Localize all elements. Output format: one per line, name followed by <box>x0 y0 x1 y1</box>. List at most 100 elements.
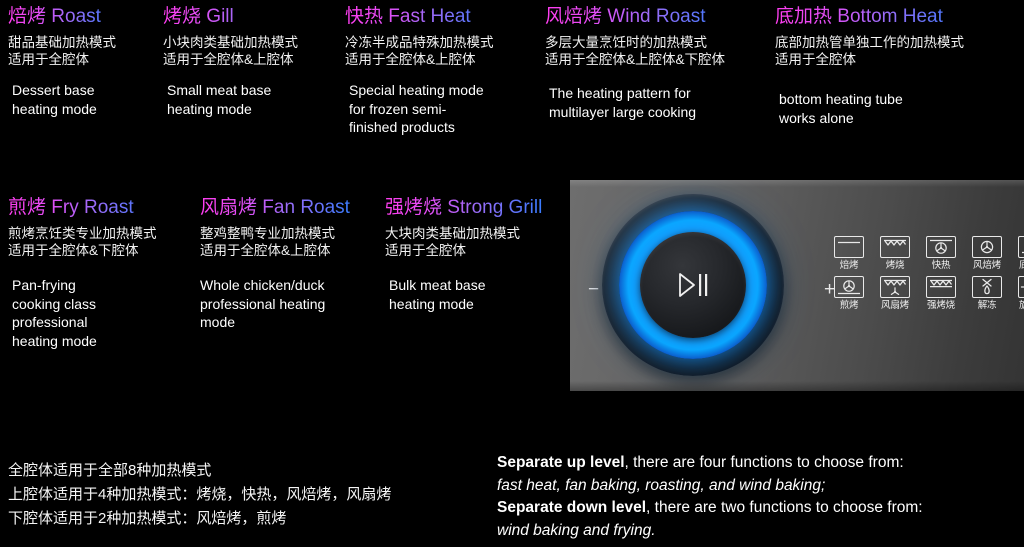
mode-title: 底加热 Bottom Heat <box>775 6 964 28</box>
panel-icon-cell[interactable]: 烤烧 <box>875 236 915 272</box>
mode-title-cn: 强烤烧 <box>385 197 443 218</box>
mode-card-gill: 烤烧 Gill 小块肉类基础加热模式 适用于全腔体&上腔体 Small meat… <box>163 6 298 118</box>
strong-top-grill-oven-icon <box>926 276 956 298</box>
fan-oven-icon <box>972 236 1002 258</box>
mode-desc-en-line2: heating mode <box>12 100 97 117</box>
down-level-function-list: wind baking and frying. <box>497 521 656 539</box>
mode-desc-cn-line1: 底部加热管单独工作的加热模式 <box>775 35 964 50</box>
mode-card-bottom-heat: 底加热 Bottom Heat 底部加热管单独工作的加热模式 适用于全腔体 bo… <box>775 6 964 127</box>
mode-desc-en: Whole chicken/duck professional heating … <box>200 276 350 332</box>
mode-desc-cn-line1: 冷冻半成品特殊加热模式 <box>345 35 494 50</box>
mode-desc-en-line1: bottom heating tube <box>779 91 903 107</box>
top-grill-fan-bottom-oven-icon <box>880 276 910 298</box>
separate-down-level-note: Separate down level, there are two funct… <box>497 497 923 520</box>
mode-card-fast-heat: 快热 Fast Heat 冷冻半成品特殊加热模式 适用于全腔体&上腔体 Spec… <box>345 6 494 137</box>
mode-card-strong-grill: 强烤烧 Strong Grill 大块肉类基础加热模式 适用于全腔体 Bulk … <box>385 197 542 313</box>
separate-down-level-label: Separate down level <box>497 499 647 516</box>
panel-icon-cell[interactable]: 解冻 <box>967 276 1007 312</box>
mode-desc-en-line1: Small meat base <box>167 82 272 98</box>
mode-icon-grid: 焙烤 烤烧 快热 风焙烤 底 煎烤 风扇烤 强烤烧 解冻 旋 <box>829 236 1024 312</box>
mode-desc-en-line2: heating mode <box>389 295 474 312</box>
panel-icon-label: 焙烤 <box>839 260 859 271</box>
mode-card-roast: 焙烤 Roast 甜品基础加热模式 适用于全腔体 Dessert base he… <box>8 6 116 118</box>
separate-down-level-functions: wind baking and frying. <box>497 520 923 543</box>
mode-desc-en-line1: Pan-frying <box>12 277 76 293</box>
rotisserie-icon <box>1018 276 1024 298</box>
mode-title-cn: 风焙烤 <box>545 6 603 27</box>
mode-desc-cn-line1: 煎烤烹饪类专业加热模式 <box>8 226 157 241</box>
mode-desc-en-line2: works alone <box>779 109 854 126</box>
mode-title: 风扇烤 Fan Roast <box>200 197 350 219</box>
panel-icon-label: 煎烤 <box>839 300 859 311</box>
panel-icon-cell[interactable]: 底加热 <box>1013 236 1024 272</box>
mode-desc-cn-line2: 适用于全腔体&下腔体 <box>8 243 139 258</box>
bottom-heat-oven-icon <box>1018 236 1024 258</box>
mode-desc-cn-line2: 适用于全腔体 <box>8 52 89 67</box>
mode-desc-en-line2: professional heating <box>200 295 326 312</box>
panel-icon-cell[interactable]: 煎烤 <box>829 276 869 312</box>
mode-desc-en-line1: Special heating mode <box>349 82 484 98</box>
mode-desc-cn-line2: 适用于全腔体 <box>775 52 856 67</box>
decrease-icon[interactable]: − <box>588 280 599 299</box>
mode-desc-cn-line2: 适用于全腔体 <box>385 243 466 258</box>
mode-title-en: Gill <box>206 6 234 27</box>
panel-icon-label: 风扇烤 <box>881 300 909 311</box>
mode-desc-en-line1: Dessert base <box>12 82 95 98</box>
mode-desc-cn-line1: 多层大量烹饪时的加热模式 <box>545 35 707 50</box>
mode-title-cn: 烤烧 <box>163 6 202 27</box>
fan-bottom-oven-icon <box>834 276 864 298</box>
panel-icon-cell[interactable]: 风扇烤 <box>875 276 915 312</box>
mode-desc-en-line1: Whole chicken/duck <box>200 277 325 293</box>
mode-title-en: Fast Heat <box>388 6 471 27</box>
mode-desc-en-line2: multilayer large cooking <box>549 103 697 120</box>
main-control-knob[interactable] <box>602 194 784 376</box>
knob-face[interactable] <box>640 232 746 338</box>
mode-desc-en-line1: The heating pattern for <box>549 85 691 101</box>
panel-icon-label: 烤烧 <box>885 260 905 271</box>
mode-card-fry-roast: 煎烤 Fry Roast 煎烤烹饪类专业加热模式 适用于全腔体&下腔体 Pan-… <box>8 197 157 350</box>
mode-desc-en-line3: professional <box>12 314 88 330</box>
mode-title-cn: 底加热 <box>775 6 833 27</box>
mode-title: 焙烤 Roast <box>8 6 116 28</box>
mode-desc-en: Pan-frying cooking class professional he… <box>8 276 157 350</box>
mode-desc-cn-line2: 适用于全腔体&上腔体 <box>163 52 294 67</box>
mode-desc-en-line2: for frozen semi- <box>349 100 447 117</box>
panel-icon-label: 旋转烤 <box>1019 300 1024 311</box>
mode-title: 风焙烤 Wind Roast <box>545 6 725 28</box>
mode-title-en: Fan Roast <box>262 197 350 218</box>
mode-title-en: Wind Roast <box>607 6 706 27</box>
mode-title-en: Bottom Heat <box>837 6 943 27</box>
cavity-notes-chinese: 全腔体适用于全部8种加热模式 上腔体适用于4种加热模式：烤烧，快热，风焙烤，风扇… <box>8 459 391 531</box>
panel-icon-label: 解冻 <box>977 300 997 311</box>
mode-desc-en: Bulk meat base heating mode <box>385 276 542 313</box>
mode-title-cn: 煎烤 <box>8 197 47 218</box>
panel-icon-cell[interactable]: 风焙烤 <box>967 236 1007 272</box>
panel-icon-cell[interactable]: 旋转烤 <box>1013 276 1024 312</box>
mode-desc-cn-line2: 适用于全腔体&上腔体 <box>345 52 476 67</box>
top-grill-fan-oven-icon <box>926 236 956 258</box>
mode-desc-cn-line2: 适用于全腔体&上腔体 <box>200 243 331 258</box>
mode-title: 强烤烧 Strong Grill <box>385 197 542 219</box>
mode-title-cn: 快热 <box>345 6 384 27</box>
mode-card-fan-roast: 风扇烤 Fan Roast 整鸡整鸭专业加热模式 适用于全腔体&上腔体 Whol… <box>200 197 350 332</box>
mode-title: 烤烧 Gill <box>163 6 298 28</box>
separate-up-level-label: Separate up level <box>497 454 625 471</box>
panel-icon-cell[interactable]: 强烤烧 <box>921 276 961 312</box>
panel-icon-cell[interactable]: 焙烤 <box>829 236 869 272</box>
mode-title-en: Roast <box>51 6 101 27</box>
mode-desc-cn-line1: 大块肉类基础加热模式 <box>385 226 520 241</box>
separate-up-level-text: , there are four functions to choose fro… <box>624 454 904 471</box>
mode-title: 快热 Fast Heat <box>345 6 494 28</box>
mode-desc-en-line3: finished products <box>349 119 455 135</box>
mode-desc-en-line2: heating mode <box>167 100 252 117</box>
mode-desc-en-line4: heating mode <box>12 332 97 349</box>
mode-desc-en-line2: cooking class <box>12 295 97 312</box>
mode-title-cn: 风扇烤 <box>200 197 258 218</box>
separate-up-level-note: Separate up level, there are four functi… <box>497 452 923 475</box>
mode-desc-en-line1: Bulk meat base <box>389 277 486 293</box>
panel-icon-cell[interactable]: 快热 <box>921 236 961 272</box>
panel-icon-label: 风焙烤 <box>973 260 1001 271</box>
cavity-note-line-3: 下腔体适用于2种加热模式：风焙烤，煎烤 <box>8 510 287 527</box>
mode-title-en: Strong Grill <box>447 197 543 218</box>
top-grill-oven-icon <box>880 236 910 258</box>
